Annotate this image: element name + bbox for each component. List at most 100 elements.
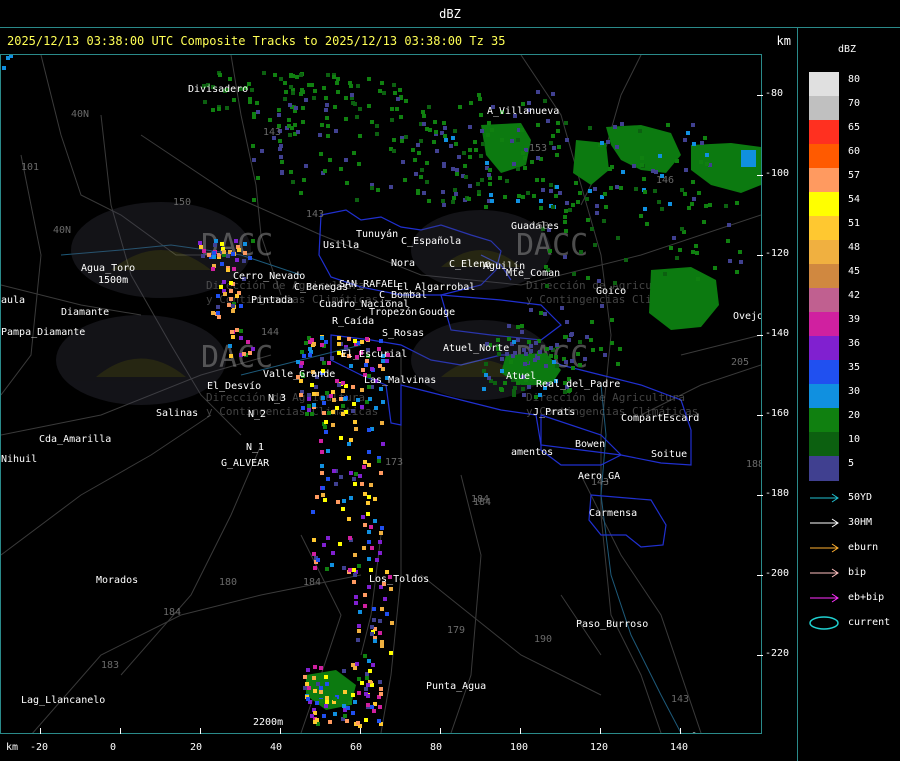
- radar-map[interactable]: DACC DACC DACC DACC Dirección de Agricul…: [1, 55, 761, 733]
- place-label: G_ALVEAR: [221, 458, 270, 469]
- y-tick: [757, 415, 763, 416]
- place-label: Punta_Agua: [426, 681, 486, 692]
- legend-label-45: 45: [848, 266, 861, 277]
- x-axis-unit: km: [6, 742, 19, 753]
- x-tick-label: 140: [670, 742, 689, 753]
- place-label: CompartEscard: [621, 413, 699, 424]
- x-tick: [680, 728, 681, 734]
- place-label: Carmensa: [589, 508, 637, 519]
- title-bar: dBZ: [0, 0, 900, 28]
- place-label: Pampa_Diamante: [1, 327, 85, 338]
- x-tick: [40, 728, 41, 734]
- legend-title: dBZ: [838, 44, 857, 55]
- place-label: Cerro_Nevado: [233, 271, 305, 282]
- y-tick-label: -160: [765, 408, 790, 419]
- route-number: 205: [731, 357, 749, 368]
- radar-map-frame[interactable]: DACC DACC DACC DACC Dirección de Agricul…: [0, 54, 762, 734]
- route-number: 153: [529, 143, 547, 154]
- y-tick: [757, 175, 763, 176]
- place-label: Salinas: [156, 408, 198, 419]
- x-tick: [600, 728, 601, 734]
- wm-line1-d: Dirección de Agricultura: [526, 391, 685, 404]
- x-tick-label: 40: [270, 742, 283, 753]
- y-tick-label: -220: [765, 648, 790, 659]
- legend-label-54: 54: [848, 194, 861, 205]
- legend-label-42: 42: [848, 290, 861, 301]
- legend-swatch-5: [809, 456, 839, 481]
- place-label: R_Caída: [332, 315, 374, 327]
- legend-swatch-70: [809, 96, 839, 121]
- place-label: Tunuyán: [356, 228, 398, 240]
- legend-swatch-45: [809, 264, 839, 289]
- place-label: Ovejo: [733, 311, 761, 322]
- place-label: Las_Malvinas: [364, 375, 436, 386]
- route-number: 143: [263, 127, 281, 138]
- legend-label-5: 5: [848, 458, 855, 469]
- route-number: 143: [671, 694, 689, 705]
- arrow-icon: [810, 568, 839, 578]
- route-number: 184: [471, 494, 489, 505]
- route-number: 179: [447, 625, 465, 636]
- legend-swatch-30: [809, 384, 839, 409]
- place-label: Valle_Grande: [263, 369, 335, 380]
- route-number: 190: [534, 634, 552, 645]
- x-tick-label: 100: [510, 742, 529, 753]
- y-tick-label: -200: [765, 568, 790, 579]
- y-tick-label: -120: [765, 248, 790, 259]
- legend-swatch-60: [809, 144, 839, 169]
- route-number: 188: [746, 459, 761, 470]
- legend-label-10: 10: [848, 434, 861, 445]
- place-label: aula: [1, 295, 25, 306]
- legend-label-70: 70: [848, 98, 861, 109]
- arrow-icon: [810, 493, 839, 503]
- route-number: 143: [306, 209, 324, 220]
- window-title: dBZ: [439, 7, 461, 21]
- place-label: Bowen: [575, 439, 605, 450]
- place-label: Paso_El_Loro: [656, 732, 728, 733]
- y-tick: [757, 575, 763, 576]
- plot-header: 2025/12/13 03:38:00 UTC Composite Tracks…: [0, 28, 797, 54]
- x-tick: [520, 728, 521, 734]
- place-label: Agua_Toro: [81, 263, 135, 274]
- place-label: 1500m: [98, 275, 128, 286]
- legend-label-80: 80: [848, 74, 861, 85]
- wm-brand-2: DACC: [516, 228, 588, 263]
- route-number: 180: [219, 577, 237, 588]
- x-tick: [440, 728, 441, 734]
- legend-swatch-35: [809, 360, 839, 385]
- route-number: 184: [303, 577, 321, 588]
- arrow-icon: [810, 518, 839, 528]
- y-tick: [757, 255, 763, 256]
- place-label: N_2: [248, 409, 266, 420]
- place-label: Pintada: [251, 295, 293, 306]
- place-label: C_Española: [401, 236, 461, 247]
- legend-swatch-36: [809, 336, 839, 361]
- ellipse-icon: [809, 616, 839, 630]
- legend-swatch-48: [809, 240, 839, 265]
- route-number: 183: [101, 660, 119, 671]
- header-unit: km: [776, 34, 791, 48]
- route-number: 150: [173, 197, 191, 208]
- track-label: eb+bip: [848, 592, 885, 603]
- legend-swatch-54: [809, 192, 839, 217]
- route-number: 40N: [53, 225, 71, 236]
- legend-label-36: 36: [848, 338, 861, 349]
- legend-label-51: 51: [848, 218, 861, 229]
- x-tick-label: 80: [430, 742, 443, 753]
- place-label: Soitue: [651, 449, 687, 460]
- legend-swatch-10: [809, 432, 839, 457]
- legend-swatch-51: [809, 216, 839, 241]
- track-label: eburn: [848, 542, 879, 553]
- legend-label-60: 60: [848, 146, 861, 157]
- place-label: El_Escurial: [341, 349, 407, 360]
- x-tick-label: 60: [350, 742, 363, 753]
- x-tick-label: 0: [110, 742, 117, 753]
- place-label: Tropezón: [369, 306, 417, 318]
- track-label: 50YD: [848, 492, 873, 503]
- legend-panel: dBZ 80 70 65 60 57 54 51 48 45 42 39 36 35 30 20 10 5 50…: [798, 28, 900, 761]
- place-label: Morados: [96, 575, 138, 586]
- arrow-icon: [810, 543, 839, 553]
- route-number: 101: [21, 162, 39, 173]
- place-label: Divisadero: [188, 84, 248, 95]
- place-label: Los_Toldos: [369, 574, 429, 585]
